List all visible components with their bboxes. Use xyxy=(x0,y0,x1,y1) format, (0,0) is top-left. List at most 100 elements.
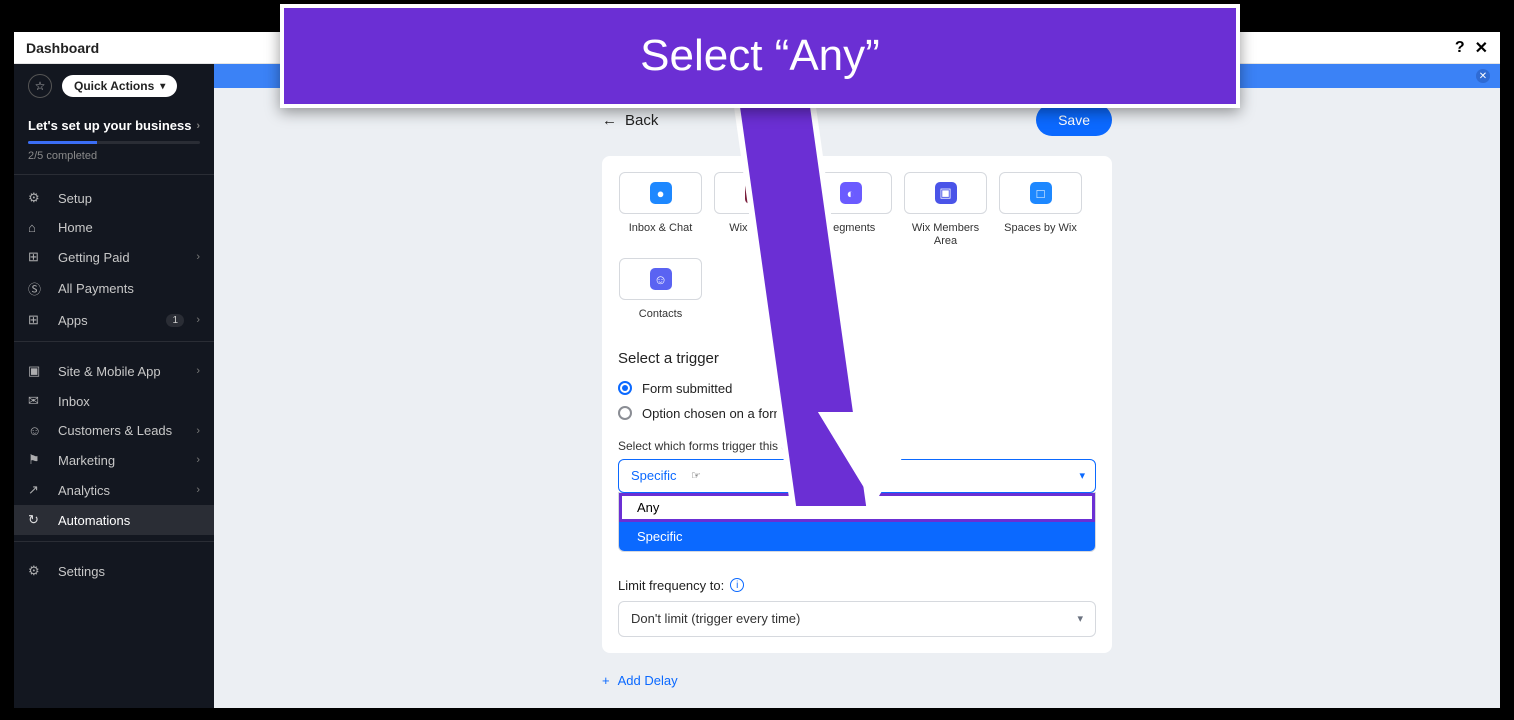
radio-form-submitted[interactable]: Form submitted xyxy=(618,381,1096,396)
chevron-right-icon: › xyxy=(196,484,200,496)
dropdown-option-specific[interactable]: Specific xyxy=(619,522,1095,551)
app-icon: ◐ xyxy=(840,182,862,204)
nav-icon: ▣ xyxy=(28,363,48,379)
app-tile-label: Spaces by Wix xyxy=(1004,222,1077,235)
back-label: Back xyxy=(625,112,658,129)
sidebar-item-label: Customers & Leads xyxy=(58,423,172,438)
sidebar-item-home[interactable]: ⌂ Home xyxy=(14,213,214,242)
sidebar-item-label: Apps xyxy=(58,313,88,328)
sidebar-item-customers-leads[interactable]: ☺ Customers & Leads › xyxy=(14,416,214,445)
quick-actions-button[interactable]: Quick Actions ▾ xyxy=(62,75,177,97)
app-tile-label: Segments xyxy=(826,222,876,235)
app-tile-contacts[interactable]: ☺ Contacts xyxy=(618,258,703,321)
nav-icon: ⚙ xyxy=(28,563,48,579)
close-icon[interactable]: ✕ xyxy=(1475,38,1488,58)
app-tile-wix-members-area[interactable]: ▣ Wix Members Area xyxy=(903,172,988,248)
chevron-right-icon: › xyxy=(196,454,200,466)
chevron-right-icon: › xyxy=(196,425,200,437)
app-icon: □ xyxy=(1030,182,1052,204)
select-trigger-heading: Select a trigger xyxy=(618,350,1096,367)
content-area: ✕ ← Back Save ●Inbox & Chat☰Wix Forms◐Se… xyxy=(214,64,1500,708)
nav-icon: ⚙ xyxy=(28,190,48,206)
radio-label: Form submitted xyxy=(642,381,732,396)
sidebar-item-analytics[interactable]: ↗Analytics› xyxy=(14,475,214,505)
app-tile-label: Contacts xyxy=(639,308,682,321)
nav-icon: ⚑ xyxy=(28,452,48,468)
setup-heading-label: Let's set up your business xyxy=(28,118,191,133)
back-button[interactable]: ← Back xyxy=(602,112,658,129)
sidebar: ◂ ☆ Quick Actions ▾ Let's set up your bu… xyxy=(14,64,214,708)
sidebar-item-all-payments[interactable]: Ⓢ All Payments xyxy=(14,272,214,305)
app-tile-inbox-chat[interactable]: ● Inbox & Chat xyxy=(618,172,703,248)
sidebar-item-marketing[interactable]: ⚑ Marketing › xyxy=(14,445,214,475)
app-tile-box: ☺ xyxy=(619,258,702,300)
radio-icon-checked xyxy=(618,381,632,395)
divider xyxy=(14,541,214,542)
sidebar-item-setup[interactable]: ⚙ Setup xyxy=(14,183,214,213)
progress-bar xyxy=(28,141,200,144)
chevron-down-icon: ▾ xyxy=(160,81,165,92)
sidebar-item-label: Inbox xyxy=(58,394,90,409)
radio-icon-unchecked xyxy=(618,406,632,420)
arrow-left-icon: ← xyxy=(602,112,617,129)
close-banner-button[interactable]: ✕ xyxy=(1476,69,1490,83)
app-tile-spaces-by-wix[interactable]: □ Spaces by Wix xyxy=(998,172,1083,248)
save-button[interactable]: Save xyxy=(1036,104,1112,136)
option-label: Any xyxy=(637,500,659,515)
nav-icon: ✉ xyxy=(28,393,48,409)
sidebar-item-inbox[interactable]: ✉ Inbox xyxy=(14,386,214,416)
sidebar-item-label: All Payments xyxy=(58,281,134,296)
sidebar-item-site-mobile-app[interactable]: ▣ Site & Mobile App › xyxy=(14,356,214,386)
chevron-right-icon: › xyxy=(196,120,200,132)
cursor-icon: ☞ xyxy=(691,469,701,482)
sidebar-item-label: Setup xyxy=(58,191,92,206)
plus-icon: + xyxy=(602,673,610,688)
sidebar-item-label: Settings xyxy=(58,564,105,579)
chevron-down-icon: ▾ xyxy=(1077,612,1083,625)
sidebar-item-label: Site & Mobile App xyxy=(58,364,161,379)
nav-icon: ☺ xyxy=(28,423,48,438)
app-tile-label: Inbox & Chat xyxy=(629,222,693,235)
add-delay-button[interactable]: + Add Delay xyxy=(602,673,1112,688)
option-label: Specific xyxy=(637,529,683,544)
sidebar-item-label: Home xyxy=(58,220,93,235)
divider xyxy=(14,341,214,342)
favorite-icon[interactable]: ☆ xyxy=(28,74,52,98)
chevron-right-icon: › xyxy=(196,314,200,326)
add-delay-label: Add Delay xyxy=(618,673,678,688)
chevron-right-icon: › xyxy=(196,251,200,263)
radio-label: Option chosen on a form xyxy=(642,406,784,421)
nav-icon: ⌂ xyxy=(28,220,48,235)
sidebar-item-automations[interactable]: ↻Automations xyxy=(14,505,214,535)
progress-text: 2/5 completed xyxy=(28,150,200,162)
app-tile-label: Wix Members Area xyxy=(903,222,988,248)
sidebar-item-apps[interactable]: ⊞ Apps 1 › xyxy=(14,305,214,335)
trigger-card: ●Inbox & Chat☰Wix Forms◐Segments▣Wix Mem… xyxy=(602,156,1112,653)
nav-icon: Ⓢ xyxy=(28,279,48,298)
app-tile-box: ● xyxy=(619,172,702,214)
sidebar-item-settings[interactable]: ⚙ Settings xyxy=(14,556,214,586)
nav-icon: ⊞ xyxy=(28,249,48,265)
nav-icon: ⊞ xyxy=(28,312,48,328)
info-icon[interactable]: i xyxy=(730,578,744,592)
instruction-callout: Select “Any” xyxy=(280,4,1240,108)
badge: 1 xyxy=(166,314,184,327)
chevron-down-icon: ▾ xyxy=(1079,469,1085,482)
nav-icon: ↻ xyxy=(28,512,48,528)
frequency-value: Don't limit (trigger every time) xyxy=(631,611,800,626)
help-icon[interactable]: ? xyxy=(1455,39,1465,57)
sidebar-item-getting-paid[interactable]: ⊞ Getting Paid › xyxy=(14,242,214,272)
sidebar-item-label: Marketing xyxy=(58,453,115,468)
chevron-right-icon: › xyxy=(196,365,200,377)
frequency-label: Limit frequency to: xyxy=(618,578,724,593)
app-tile-box: □ xyxy=(999,172,1082,214)
save-label: Save xyxy=(1058,112,1090,128)
callout-arrow-head xyxy=(826,420,922,500)
setup-progress-block[interactable]: Let's set up your business › 2/5 complet… xyxy=(14,108,214,175)
sidebar-item-label: Getting Paid xyxy=(58,250,130,265)
quick-actions-label: Quick Actions xyxy=(74,79,154,93)
window-title: Dashboard xyxy=(26,40,99,56)
sidebar-item-label: Analytics xyxy=(58,483,110,498)
app-tile-box: ▣ xyxy=(904,172,987,214)
frequency-select[interactable]: Don't limit (trigger every time) ▾ xyxy=(618,601,1096,637)
